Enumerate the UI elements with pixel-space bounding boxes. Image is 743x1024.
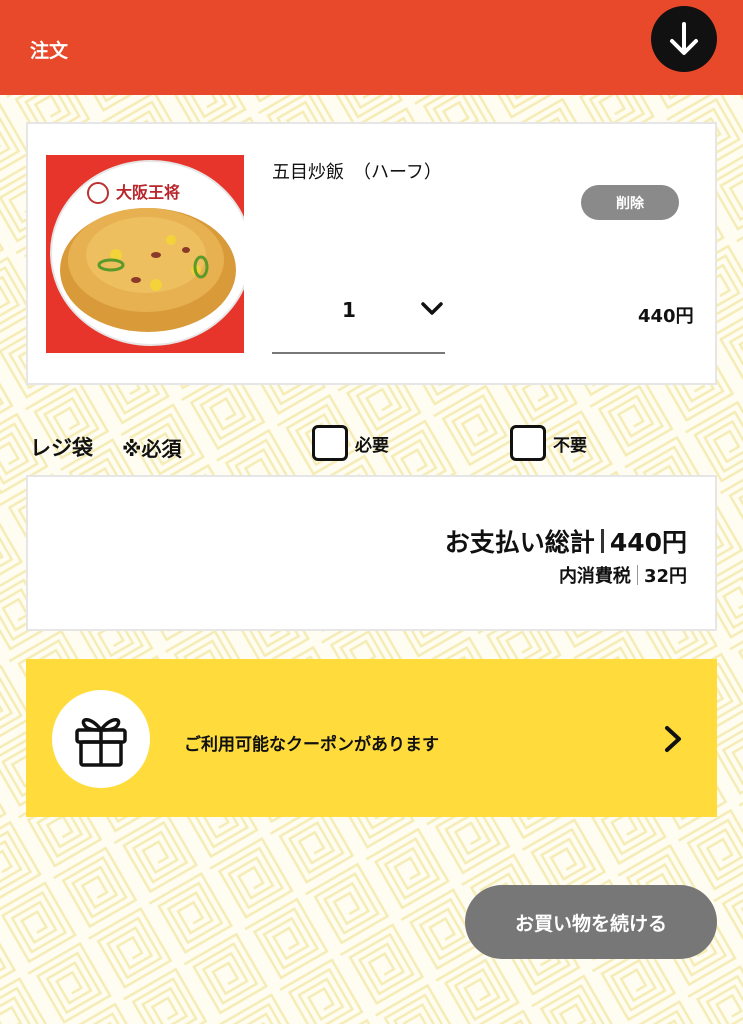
totals-card: お支払い総計 440円 内消費税 32円 bbox=[26, 475, 717, 631]
total-line: お支払い総計 440円 bbox=[445, 523, 687, 559]
brand-logo: 大阪王将 bbox=[116, 183, 180, 202]
bag-option-no-need[interactable]: 不要 bbox=[510, 424, 587, 462]
continue-shopping-button[interactable]: お買い物を続ける bbox=[465, 885, 717, 959]
checkbox[interactable] bbox=[312, 425, 348, 461]
page-title: 注文 bbox=[30, 40, 69, 62]
tax-line: 内消費税 32円 bbox=[559, 562, 687, 588]
quantity-select[interactable]: 1 bbox=[272, 282, 445, 354]
delete-button[interactable]: 削除 bbox=[581, 185, 679, 220]
required-label: ※必須 bbox=[122, 437, 182, 461]
item-price: 440円 bbox=[638, 306, 694, 327]
quantity-value: 1 bbox=[342, 298, 356, 322]
tax-value: 32円 bbox=[643, 566, 687, 587]
total-value: 440円 bbox=[609, 528, 687, 557]
bag-title: レジ袋 bbox=[30, 436, 93, 460]
separator bbox=[600, 529, 604, 553]
bag-option-need[interactable]: 必要 bbox=[312, 424, 389, 462]
bag-option-label: 不要 bbox=[553, 435, 587, 456]
gift-icon bbox=[75, 718, 127, 767]
checkbox[interactable] bbox=[510, 425, 546, 461]
cart-item-card: 大阪王将 五目炒飯 （ハーフ） 削除 1 440円 bbox=[26, 122, 717, 385]
arrow-down-icon bbox=[670, 22, 698, 55]
food-image: 大阪王将 bbox=[46, 155, 244, 353]
shopping-bag-row: レジ袋 ※必須 必要 不要 bbox=[26, 420, 717, 468]
coupon-banner[interactable]: ご利用可能なクーポンがあります bbox=[26, 659, 717, 817]
gift-circle bbox=[52, 690, 150, 788]
chevron-down-icon bbox=[421, 302, 443, 315]
header-bar: 注文 bbox=[0, 0, 743, 95]
tax-label: 内消費税 bbox=[558, 566, 631, 587]
item-name: 五目炒飯 （ハーフ） bbox=[272, 162, 442, 183]
coupon-text: ご利用可能なクーポンがあります bbox=[184, 735, 439, 755]
scroll-down-button[interactable] bbox=[651, 6, 717, 72]
bag-option-label: 必要 bbox=[355, 435, 389, 456]
total-label: お支払い総計 bbox=[444, 528, 595, 557]
separator bbox=[636, 565, 638, 585]
chevron-right-icon bbox=[665, 726, 681, 752]
